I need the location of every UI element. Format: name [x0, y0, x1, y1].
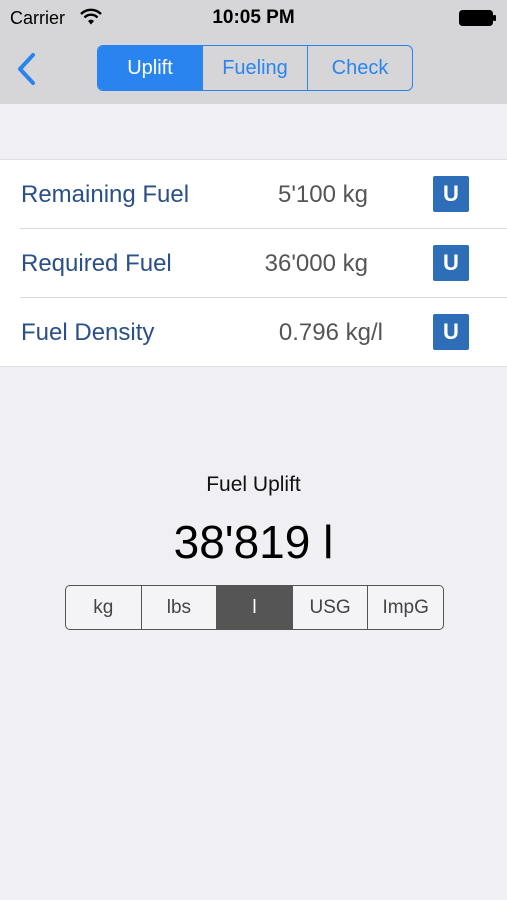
tab-uplift[interactable]: Uplift [98, 46, 202, 90]
row-required-fuel: Required Fuel 36'000 kg U [0, 229, 507, 298]
unit-impg[interactable]: ImpG [367, 586, 443, 629]
chevron-left-icon [18, 53, 35, 85]
mode-segmented-control: Uplift Fueling Check [97, 45, 413, 91]
tab-fueling[interactable]: Fueling [202, 46, 307, 90]
tab-check[interactable]: Check [307, 46, 412, 90]
required-fuel-u-button[interactable]: U [433, 245, 469, 281]
required-fuel-unit: kg [342, 250, 368, 277]
remaining-fuel-number: 5'100 [277, 181, 336, 208]
row-fuel-density: Fuel Density 0.796 kg/l U [0, 298, 507, 367]
required-fuel-value: 36'000 kg [265, 229, 368, 298]
unit-liters[interactable]: l [216, 586, 292, 629]
fuel-density-unit: kg/l [345, 319, 383, 346]
remaining-fuel-value: 5'100 kg [278, 160, 368, 229]
fuel-density-u-button[interactable]: U [433, 314, 469, 350]
fuel-uplift-value: 38'819 l [173, 516, 334, 568]
required-fuel-label: Required Fuel [21, 250, 172, 277]
remaining-fuel-unit: kg [342, 181, 368, 208]
required-fuel-number: 36'000 [264, 250, 336, 277]
status-bar: Carrier 10:05 PM [0, 0, 507, 36]
unit-segmented-control: kg lbs l USG ImpG [65, 585, 444, 630]
fuel-table: Remaining Fuel 5'100 kg U Required Fuel … [0, 159, 507, 367]
fuel-density-number: 0.796 [278, 319, 339, 346]
row-remaining-fuel: Remaining Fuel 5'100 kg U [0, 160, 507, 229]
battery-icon [459, 10, 496, 26]
nav-bar: Uplift Fueling Check [0, 36, 507, 104]
fuel-uplift-title: Fuel Uplift [206, 473, 301, 496]
unit-lbs[interactable]: lbs [140, 586, 217, 629]
back-button[interactable] [10, 50, 42, 88]
remaining-fuel-u-button[interactable]: U [433, 176, 469, 212]
status-time: 10:05 PM [212, 7, 295, 28]
unit-kg[interactable]: kg [66, 586, 141, 629]
unit-usg[interactable]: USG [291, 586, 368, 629]
fuel-density-value: 0.796 kg/l [279, 298, 383, 367]
fuel-density-label: Fuel Density [21, 319, 155, 346]
remaining-fuel-label: Remaining Fuel [21, 181, 190, 208]
